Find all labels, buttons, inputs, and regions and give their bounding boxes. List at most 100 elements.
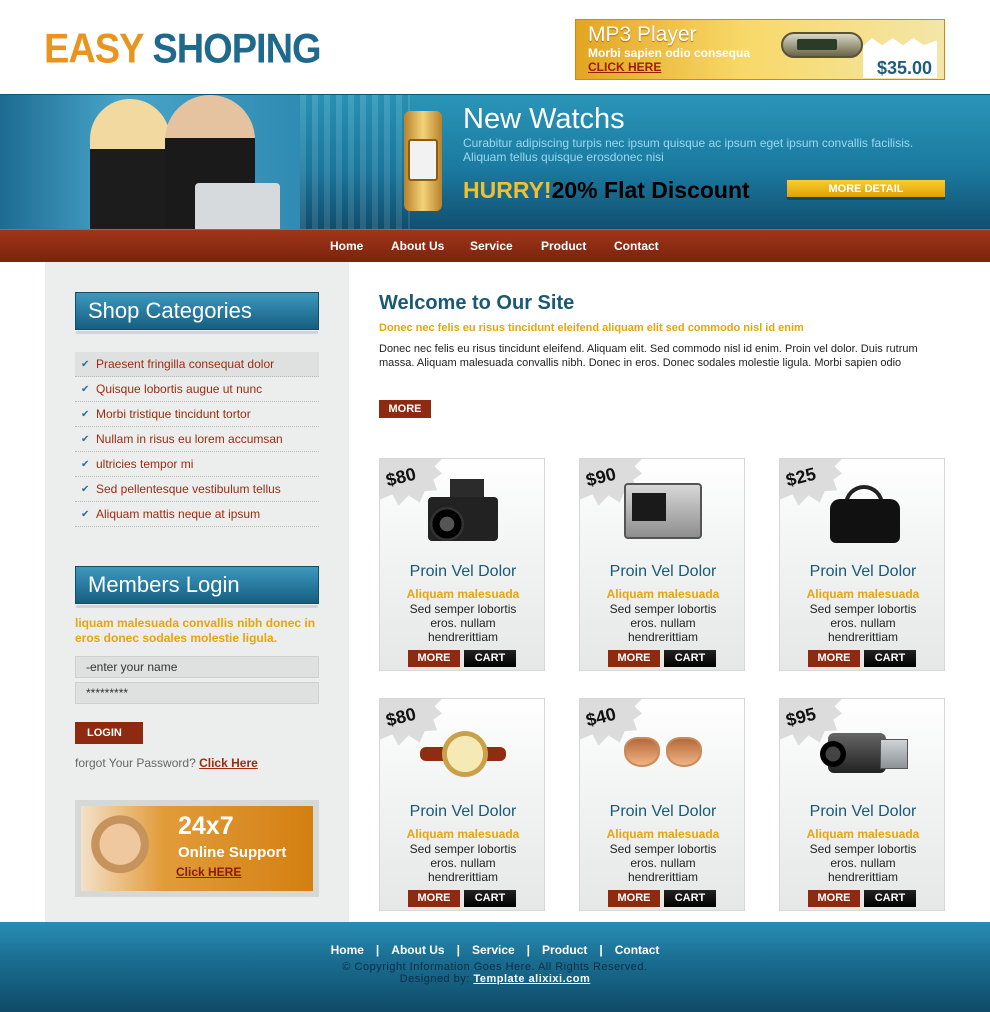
product-subtitle: Aliquam malesuada [806,587,920,601]
main-navigation: Home About Us Service Product Contact [0,229,990,262]
welcome-subtitle: Donec nec felis eu risus tincidunt eleif… [379,322,804,334]
category-item[interactable]: ✔ Morbi tristique tincidunt tortor [75,402,319,427]
footer-links: Home | About Us | Service | Product | Contact [0,943,990,957]
shop-categories-heading: Shop Categories [75,292,319,334]
footer-link-home[interactable]: Home [331,943,364,957]
check-icon: ✔ [81,409,90,420]
laptop-icon [195,183,280,229]
product-subtitle: Aliquam malesuada [606,827,720,841]
product-cart-button[interactable]: CART [464,890,516,907]
nav-service[interactable]: Service [470,239,513,253]
logo-part-shoping: SHOPING [152,26,321,73]
product-more-button[interactable]: MORE [608,890,660,907]
more-detail-button[interactable]: MORE DETAIL [787,180,945,200]
product-subtitle: Aliquam malesuada [606,587,720,601]
product-description: Sed semper lobortis eros. nullam hendrer… [609,602,717,644]
banner-hurry-text: HURRY!20% Flat Discount [463,177,750,204]
welcome-body: Donec nec felis eu risus tincidunt eleif… [379,343,918,369]
camera-icon[interactable] [420,473,506,553]
product-cart-button[interactable]: CART [664,890,716,907]
check-icon: ✔ [81,434,90,445]
promo-price: $35.00 [876,58,932,78]
footer-copyright: © Copyright Information Goes Here. All R… [342,961,648,973]
nav-product[interactable]: Product [541,239,586,253]
category-label: Quisque lobortis augue ut nunc [96,382,263,396]
online-support-banner[interactable]: 24x7 Online Support Click HERE [75,800,319,897]
hurry-label: HURRY! [463,177,552,203]
business-people-image [0,95,300,229]
welcome-more-button[interactable]: MORE [379,400,431,418]
category-item[interactable]: ✔ Aliquam mattis neque at ipsum [75,502,319,527]
product-cart-button[interactable]: CART [864,650,916,667]
product-more-button[interactable]: MORE [808,650,860,667]
product-description: Sed semper lobortis eros. nullam hendrer… [609,842,717,884]
footer-link-about-us[interactable]: About Us [391,943,444,957]
check-icon: ✔ [81,359,90,370]
category-item[interactable]: ✔ ultricies tempor mi [75,452,319,477]
support-click-here-link[interactable]: Click HERE [176,865,241,879]
password-field[interactable]: ********* [75,682,319,704]
mp3-player-icon [781,32,863,58]
product-name[interactable]: Proin Vel Dolor [580,803,746,821]
product-subtitle: Aliquam malesuada [406,587,520,601]
forgot-text: forgot Your Password? [75,756,196,770]
category-label: Nullam in risus eu lorem accumsan [96,432,283,446]
product-description: Sed semper lobortis eros. nullam hendrer… [809,602,917,644]
login-button[interactable]: LOGIN [75,722,143,744]
camcorder-icon[interactable] [820,713,908,793]
sunglasses-icon[interactable] [620,713,706,793]
logo-part-easy: EASY [44,26,144,73]
product-card: $25 Proin Vel Dolor Aliquam malesuada Se… [779,458,945,671]
category-item[interactable]: ✔ Sed pellentesque vestibulum tellus [75,477,319,502]
nav-contact[interactable]: Contact [614,239,659,253]
welcome-heading: Welcome to Our Site [379,292,575,314]
support-hours: 24x7 [178,812,234,840]
designer-link[interactable]: Template alixixi.com [473,973,590,985]
product-cart-button[interactable]: CART [664,650,716,667]
product-cart-button[interactable]: CART [864,890,916,907]
members-login-heading: Members Login [75,566,319,608]
nav-about-us[interactable]: About Us [391,239,444,253]
product-description: Sed semper lobortis eros. nullam hendrer… [409,602,517,644]
product-subtitle: Aliquam malesuada [406,827,520,841]
watch-icon [404,111,442,211]
product-name[interactable]: Proin Vel Dolor [780,563,946,581]
footer-separator: | [375,943,380,957]
category-label: Morbi tristique tincidunt tortor [96,407,251,421]
mp3-promo-banner[interactable]: MP3 Player Morbi sapien odio consequa CL… [575,19,945,80]
footer-separator: | [526,943,531,957]
product-name[interactable]: Proin Vel Dolor [380,563,546,581]
handbag-icon[interactable] [820,473,906,553]
product-description: Sed semper lobortis eros. nullam hendrer… [409,842,517,884]
site-logo[interactable]: EASY SHOPING [44,26,322,73]
promo-click-here-link[interactable]: CLICK HERE [588,60,661,74]
category-item[interactable]: ✔ Quisque lobortis augue ut nunc [75,377,319,402]
check-icon: ✔ [81,384,90,395]
product-more-button[interactable]: MORE [408,650,460,667]
footer-link-service[interactable]: Service [472,943,515,957]
hero-banner: New Watchs Curabitur adipiscing turpis n… [0,94,990,229]
sidebar: Shop Categories ✔ Praesent fringilla cons… [45,262,349,922]
login-note: liquam malesuada convallis nibh donec in… [75,616,316,645]
category-item[interactable]: ✔ Praesent fringilla consequat dolor [75,352,319,377]
product-more-button[interactable]: MORE [808,890,860,907]
footer-link-product[interactable]: Product [542,943,587,957]
product-name[interactable]: Proin Vel Dolor [780,803,946,821]
category-label: Sed pellentesque vestibulum tellus [96,482,281,496]
product-more-button[interactable]: MORE [608,650,660,667]
username-field[interactable]: -enter your name [75,656,319,678]
category-item[interactable]: ✔ Nullam in risus eu lorem accumsan [75,427,319,452]
footer-link-contact[interactable]: Contact [615,943,660,957]
support-agent-image [85,806,163,891]
digital-camera-icon[interactable] [620,473,706,553]
product-name[interactable]: Proin Vel Dolor [580,563,746,581]
category-label: Aliquam mattis neque at ipsum [96,507,261,521]
product-cart-button[interactable]: CART [464,650,516,667]
category-label: ultricies tempor mi [96,457,194,471]
promo-title: MP3 Player [588,23,697,46]
product-name[interactable]: Proin Vel Dolor [380,803,546,821]
product-more-button[interactable]: MORE [408,890,460,907]
wristwatch-icon[interactable] [420,713,506,793]
forgot-click-here-link[interactable]: Click Here [199,756,258,770]
nav-home[interactable]: Home [330,239,363,253]
